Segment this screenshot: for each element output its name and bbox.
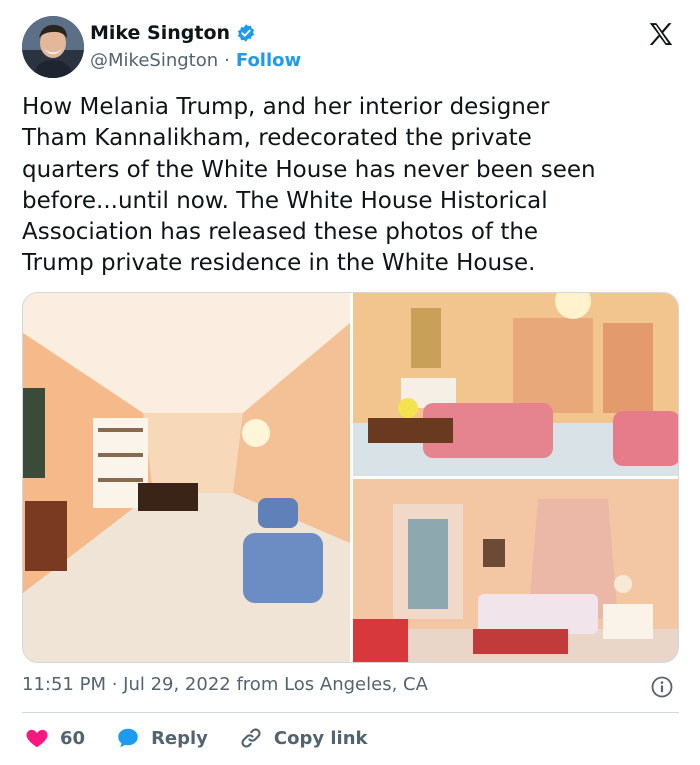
- display-name[interactable]: Mike Sington: [90, 22, 230, 44]
- info-icon[interactable]: [650, 675, 674, 699]
- verified-badge-icon: [237, 24, 255, 42]
- follow-button[interactable]: Follow: [236, 50, 301, 71]
- tweet-header: Mike Sington @MikeSington · Follow: [22, 16, 682, 80]
- photo-center-hall[interactable]: [23, 293, 350, 662]
- heart-icon: [26, 729, 48, 748]
- avatar[interactable]: [22, 16, 84, 78]
- photo-bedroom[interactable]: [353, 479, 678, 662]
- handle[interactable]: @MikeSington: [90, 50, 218, 71]
- reply-button[interactable]: Reply: [115, 725, 208, 751]
- tweet-timestamp[interactable]: 11:51 PM · Jul 29, 2022 from Los Angeles…: [22, 674, 428, 695]
- handle-row: @MikeSington · Follow: [90, 50, 301, 71]
- divider: [22, 712, 679, 713]
- tweet-text: How Melania Trump, and her interior desi…: [22, 94, 596, 277]
- media-grid: [22, 292, 679, 663]
- action-bar: 60 Reply Copy link: [24, 722, 398, 754]
- photo-sitting-room[interactable]: [353, 293, 678, 476]
- name-row: Mike Sington: [90, 22, 256, 44]
- separator: ·: [224, 50, 230, 71]
- copy-link-label: Copy link: [273, 727, 368, 749]
- reply-label: Reply: [151, 727, 208, 749]
- speech-bubble-icon: [118, 728, 138, 748]
- link-icon: [241, 728, 261, 748]
- like-button[interactable]: 60: [24, 725, 85, 751]
- like-count: 60: [60, 727, 86, 749]
- copy-link-button[interactable]: Copy link: [238, 725, 368, 751]
- x-logo-icon[interactable]: [646, 20, 676, 50]
